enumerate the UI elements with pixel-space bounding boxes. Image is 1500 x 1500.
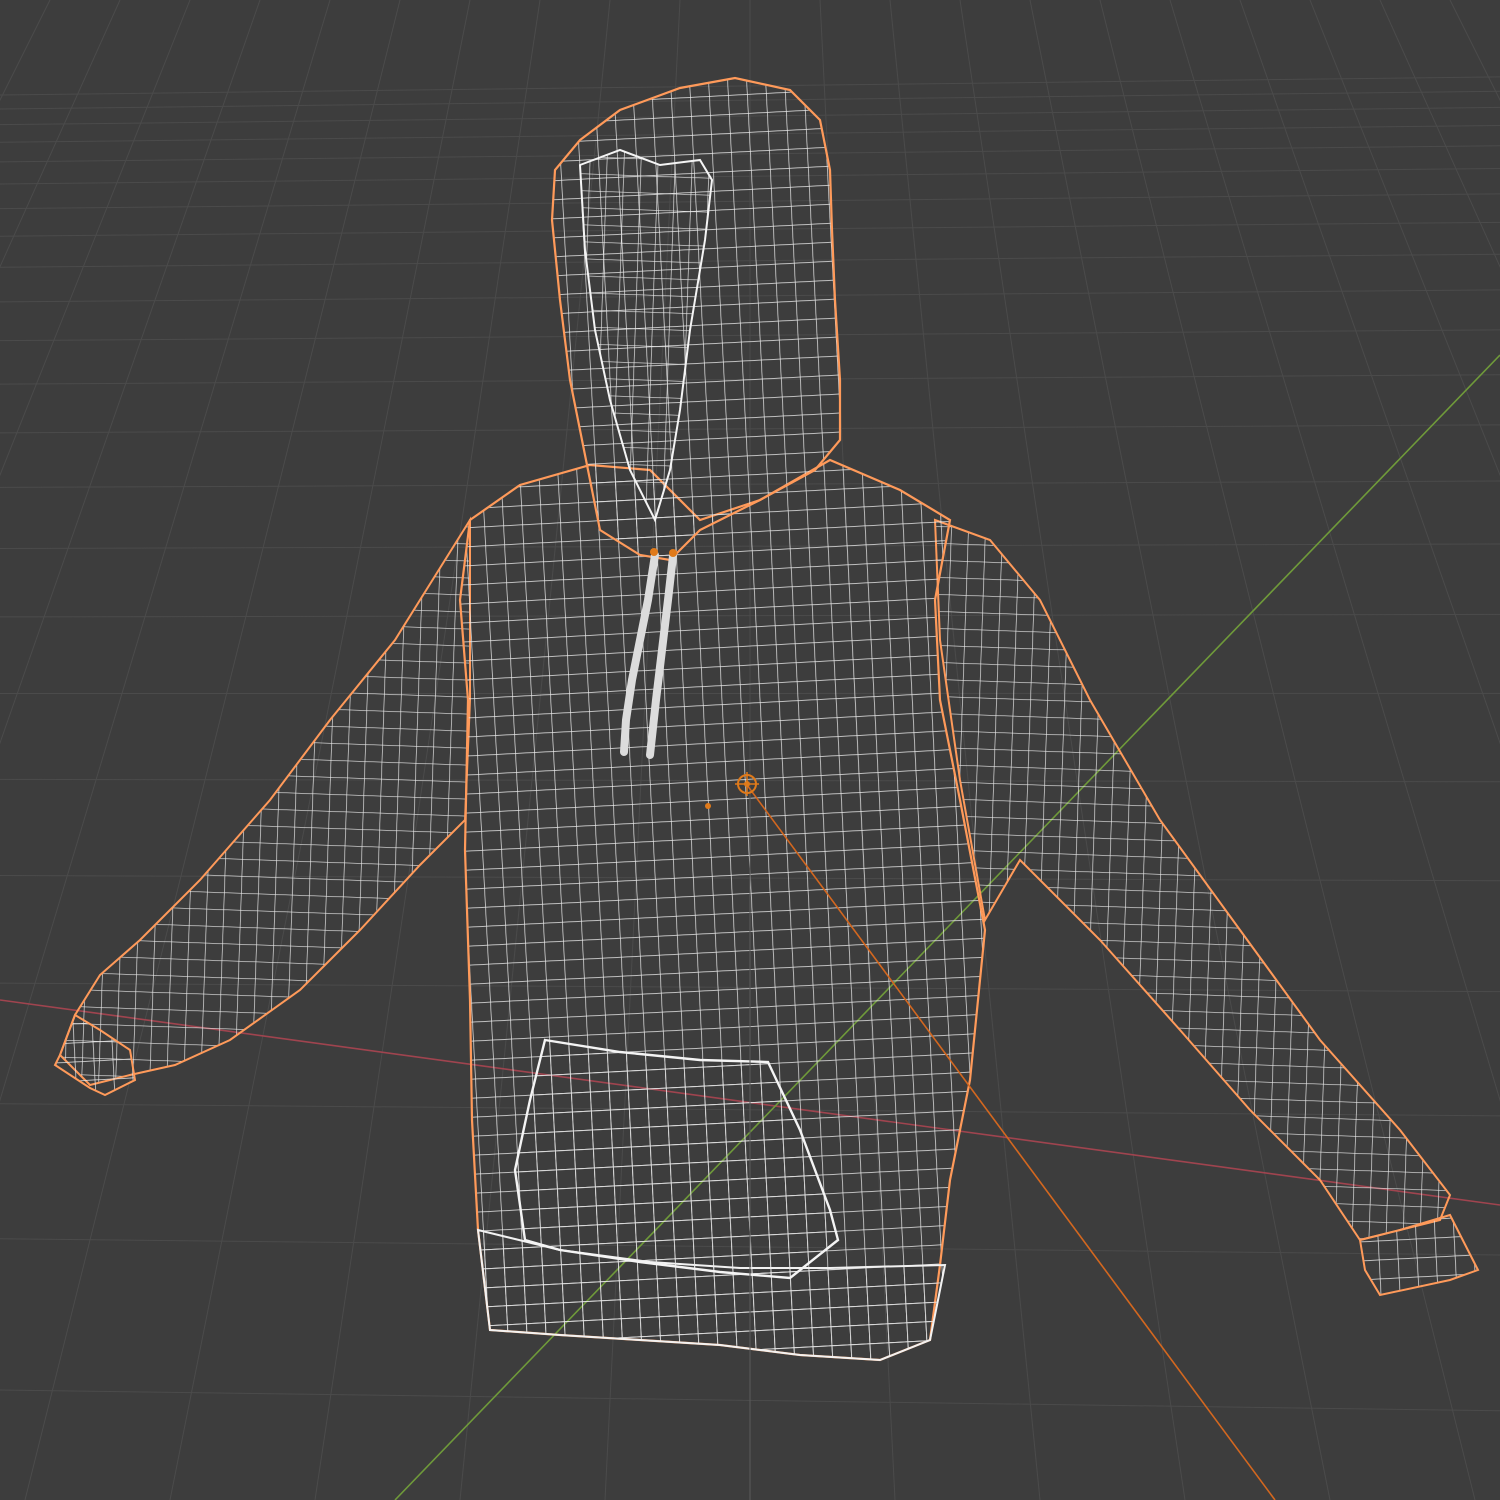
- viewport-canvas[interactable]: [0, 0, 1500, 1500]
- hoodie-mesh[interactable]: [53, 76, 1480, 1362]
- drawstring-eyelet-right: [669, 549, 677, 557]
- floor-grid-line: [0, 0, 261, 745]
- 3d-viewport[interactable]: [0, 0, 1500, 1500]
- floor-grid-line: [0, 0, 331, 1102]
- floor-grid-line: [0, 0, 121, 268]
- left-sleeve[interactable]: [58, 516, 471, 1087]
- drawstring-eyelet-left: [650, 548, 658, 556]
- floor-grid-line: [0, 0, 191, 477]
- floor-grid-line: [0, 0, 51, 102]
